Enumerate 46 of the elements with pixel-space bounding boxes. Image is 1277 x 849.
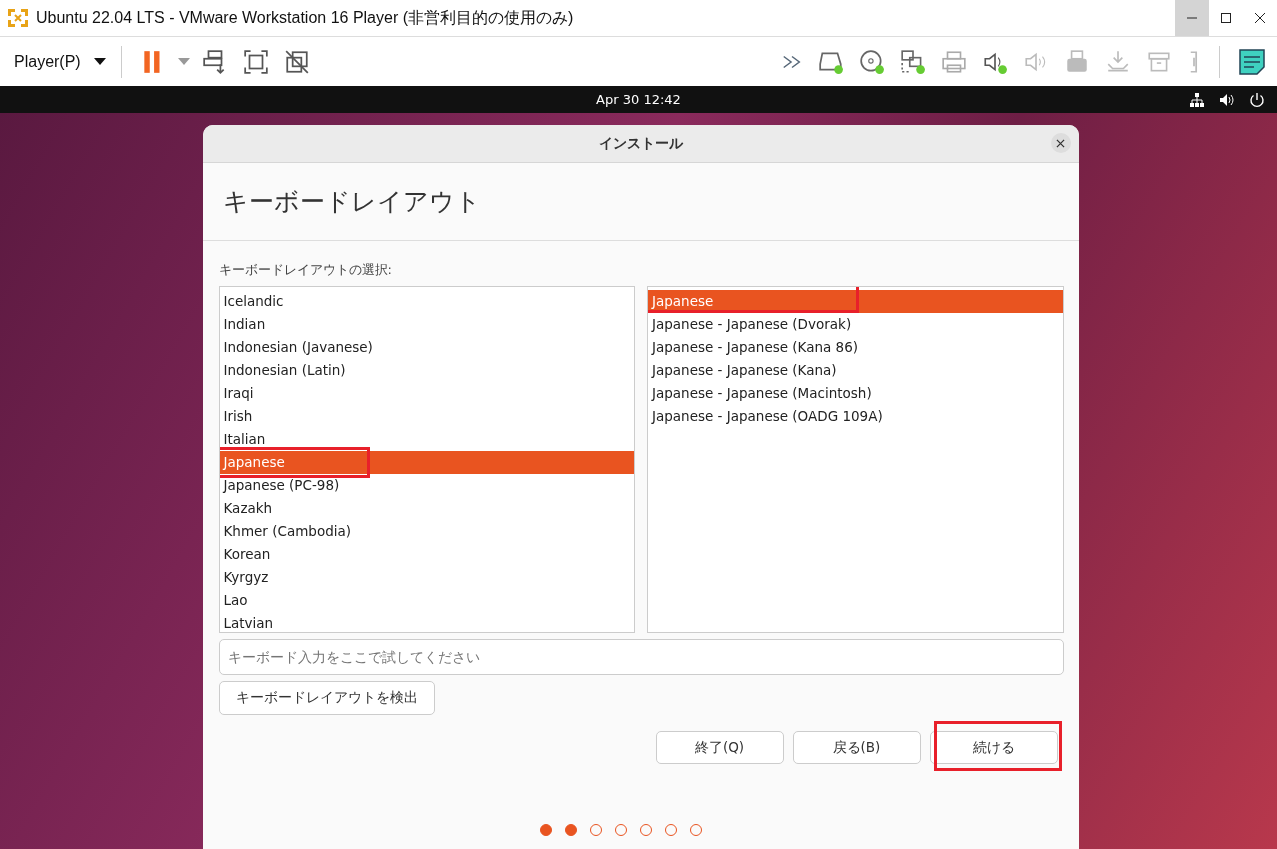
variant-item[interactable]: Japanese - Japanese (Kana 86) — [648, 336, 1063, 359]
layout-item[interactable]: Kazakh — [219, 497, 634, 520]
close-icon — [1056, 138, 1065, 148]
layout-item[interactable]: Korean — [219, 543, 634, 566]
layout-item[interactable]: Indian — [219, 313, 634, 336]
layout-item[interactable]: Iraqi — [219, 382, 634, 405]
layout-item[interactable]: Indonesian (Latin) — [219, 359, 634, 382]
network-icon[interactable] — [1189, 92, 1205, 108]
variant-item[interactable]: Japanese - Japanese (Dvorak) — [648, 313, 1063, 336]
layout-item[interactable]: Japanese (PC-98) — [219, 474, 634, 497]
layout-item[interactable]: Indonesian (Javanese) — [219, 336, 634, 359]
player-menu[interactable]: Player(P) — [6, 52, 85, 71]
variant-item[interactable]: Japanese - Japanese (OADG 109A) — [648, 405, 1063, 428]
power-icon[interactable] — [1249, 92, 1265, 108]
network-adapter-icon[interactable] — [900, 48, 926, 75]
variant-item[interactable]: Japanese — [648, 290, 1063, 313]
dialog-title: インストール — [598, 134, 683, 153]
dropdown-caret-icon[interactable] — [93, 57, 106, 66]
close-icon[interactable] — [1254, 12, 1266, 24]
window-title: Ubuntu 22.04 LTS - VMware Workstation 16 Player (非営利目的の使用のみ) — [36, 7, 574, 28]
volume-icon[interactable] — [1219, 92, 1235, 108]
dialog-button[interactable]: 続ける — [929, 731, 1058, 764]
layout-item[interactable]: Lao — [219, 589, 634, 612]
variant-item[interactable]: Japanese - Japanese (Macintosh) — [648, 382, 1063, 405]
note-icon[interactable] — [1238, 47, 1266, 76]
keyboard-test-field[interactable]: キーボード入力をここで試してください — [218, 639, 1064, 675]
clock[interactable]: Apr 30 12:42 — [596, 92, 681, 107]
layout-item[interactable]: Italian — [219, 428, 634, 451]
close-button[interactable] — [1050, 133, 1071, 153]
dialog-button[interactable]: 戻る(B) — [792, 731, 921, 764]
layout-item[interactable]: Latvian — [219, 612, 634, 632]
layout-item[interactable]: Japanese — [219, 451, 634, 474]
layout-item[interactable]: Irish — [219, 405, 634, 428]
variant-item[interactable]: Japanese - Japanese (Kana) — [648, 359, 1063, 382]
maximize-icon[interactable] — [1220, 12, 1232, 24]
layout-item[interactable]: Icelandic — [219, 290, 634, 313]
layout-item[interactable]: Kyrgyz — [219, 566, 634, 589]
list-label: キーボードレイアウトの選択: — [218, 261, 393, 279]
detect-layout-button[interactable]: キーボードレイアウトを検出 — [218, 681, 435, 715]
app-logo-icon — [6, 6, 30, 30]
fullscreen-icon[interactable] — [242, 48, 269, 75]
page-heading: キーボードレイアウト — [202, 163, 1079, 241]
cd-drive-icon[interactable] — [859, 48, 885, 75]
layout-item[interactable]: Khmer (Cambodia) — [219, 520, 634, 543]
unity-mode-icon[interactable] — [283, 48, 310, 75]
dialog-button[interactable]: 終了(Q) — [655, 731, 784, 764]
